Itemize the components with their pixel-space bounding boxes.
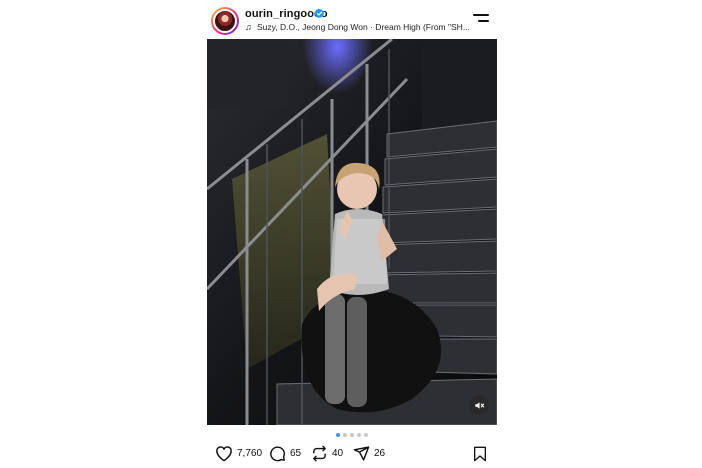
mute-icon [474,401,484,409]
photo-image [207,39,497,425]
send-icon [353,446,370,461]
avatar[interactable] [211,7,239,35]
comment-count: 65 [290,448,302,459]
repost-icon [313,445,326,462]
post-header: ourin_ringoooo ♫ Suzy, D.O., Jeong Dong W… [207,4,497,38]
bookmark-icon [473,446,486,462]
post-photo[interactable] [207,39,497,425]
carousel-dot [336,433,340,437]
music-row[interactable]: ♫ Suzy, D.O., Jeong Dong Won · Dream High… [245,22,470,32]
carousel-dot [357,433,361,437]
action-bar: 7,760 65 40 26 [207,443,497,467]
repost-button[interactable]: 40 [311,445,343,462]
verified-badge-icon [314,8,324,18]
carousel-indicator [207,433,497,437]
save-button[interactable] [473,446,487,467]
repost-count: 40 [332,448,344,459]
mute-button[interactable] [469,395,489,415]
music-note-icon: ♫ [245,22,252,32]
heart-icon [216,446,232,462]
carousel-dot [364,433,368,437]
share-count: 26 [374,448,386,459]
like-count: 7,760 [237,448,263,459]
share-button[interactable]: 26 [353,445,385,462]
menu-icon[interactable] [473,14,489,28]
carousel-dot [350,433,354,437]
comment-button[interactable]: 65 [269,445,301,462]
music-title: Suzy, D.O., Jeong Dong Won · Dream High … [257,22,470,32]
post: ourin_ringoooo ♫ Suzy, D.O., Jeong Dong W… [207,0,497,468]
carousel-dot [343,433,347,437]
comment-icon [270,446,285,462]
like-button[interactable]: 7,760 [215,445,262,462]
